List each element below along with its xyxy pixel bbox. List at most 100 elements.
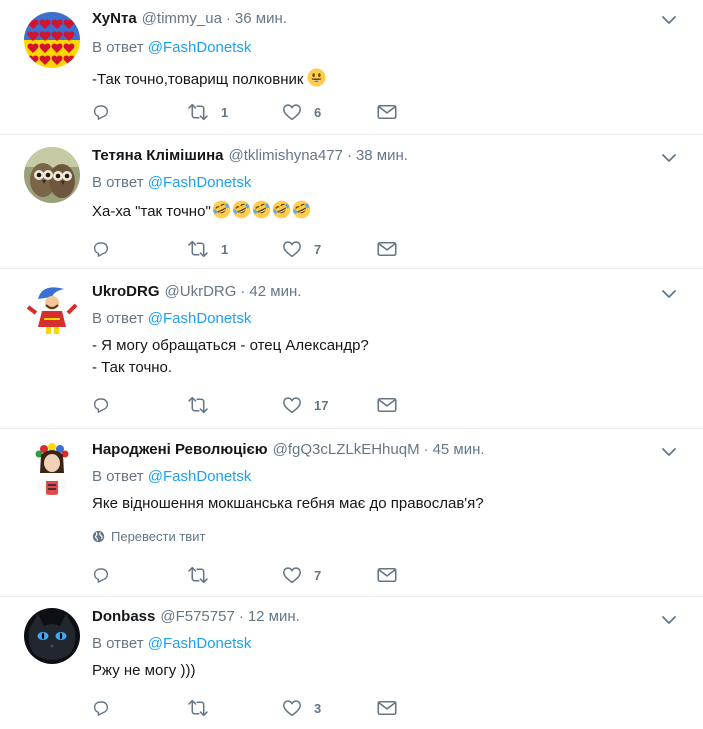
direct-message-button[interactable]	[377, 104, 472, 120]
heart-icon[interactable]	[282, 103, 302, 121]
separator-dot: ·	[238, 608, 244, 625]
rofl-emoji	[232, 200, 251, 219]
retweet-button[interactable]: 1	[187, 103, 282, 121]
retweet-icon[interactable]	[187, 699, 209, 717]
avatar[interactable]	[24, 147, 80, 203]
reply-mention-link[interactable]: @FashDonetsk	[148, 635, 252, 652]
reply-button[interactable]	[92, 699, 187, 717]
tweet[interactable]: Donbass @F575757 · 12 мин. В ответ @Fash…	[0, 597, 703, 729]
dm-icon[interactable]	[377, 700, 397, 716]
heart-icon[interactable]	[282, 396, 302, 414]
like-button[interactable]: 7	[282, 566, 377, 584]
tweet-actions: 17	[92, 394, 472, 416]
tweet-timestamp[interactable]: 45 мин.	[433, 440, 485, 460]
tweet[interactable]: UkroDRG @UkrDRG · 42 мин. В ответ @FashD…	[0, 269, 703, 429]
reply-icon[interactable]	[92, 699, 110, 717]
reply-context: В ответ @FashDonetsk	[92, 467, 683, 487]
direct-message-button[interactable]	[377, 241, 472, 257]
heart-icon[interactable]	[282, 566, 302, 584]
reply-icon[interactable]	[92, 240, 110, 258]
tweet-timestamp[interactable]: 42 мин.	[249, 282, 301, 302]
retweet-button[interactable]	[187, 566, 282, 584]
author-handle[interactable]: @UkrDRG	[165, 282, 237, 302]
direct-message-button[interactable]	[377, 567, 472, 583]
dm-icon[interactable]	[377, 567, 397, 583]
reply-icon[interactable]	[92, 103, 110, 121]
tweet-text: Ржу не могу )))	[92, 660, 683, 682]
chevron-down-icon[interactable]	[661, 612, 677, 628]
chevron-down-icon[interactable]	[661, 150, 677, 166]
reply-context: В ответ @FashDonetsk	[92, 173, 683, 193]
chevron-down-icon[interactable]	[661, 12, 677, 28]
author-handle[interactable]: @timmy_ua	[142, 9, 222, 29]
reply-button[interactable]	[92, 103, 187, 121]
reply-button[interactable]	[92, 566, 187, 584]
author-name[interactable]: ХуNта	[92, 9, 137, 29]
dm-icon[interactable]	[377, 104, 397, 120]
avatar[interactable]	[24, 608, 80, 664]
reply-mention-link[interactable]: @FashDonetsk	[148, 174, 252, 191]
reply-button[interactable]	[92, 240, 187, 258]
avatar[interactable]	[24, 12, 80, 68]
retweet-button[interactable]	[187, 699, 282, 717]
dm-icon[interactable]	[377, 241, 397, 257]
author-name[interactable]: Тетяна Клімішина	[92, 146, 223, 166]
tweet[interactable]: Тетяна Клімішина @tklimishyna477 · 38 ми…	[0, 135, 703, 269]
chevron-down-icon[interactable]	[661, 444, 677, 460]
avatar[interactable]	[24, 439, 80, 495]
tweet-timestamp[interactable]: 12 мин.	[248, 607, 300, 627]
reply-icon[interactable]	[92, 566, 110, 584]
tweet-actions: 1 7	[92, 238, 472, 260]
author-name[interactable]: Donbass	[92, 607, 155, 627]
retweet-icon[interactable]	[187, 566, 209, 584]
smiley-emoji	[307, 68, 326, 87]
like-button[interactable]: 6	[282, 103, 377, 121]
author-handle[interactable]: @F575757	[160, 607, 234, 627]
reply-mention-link[interactable]: @FashDonetsk	[148, 468, 252, 485]
globe-icon	[92, 530, 105, 542]
like-button[interactable]: 17	[282, 396, 377, 414]
reply-prefix: В ответ	[92, 39, 144, 56]
reply-button[interactable]	[92, 396, 187, 414]
avatar[interactable]	[24, 281, 80, 337]
heart-icon[interactable]	[282, 699, 302, 717]
author-handle[interactable]: @tklimishyna477	[228, 146, 342, 166]
tweet[interactable]: Народжені Революцією @fgQ3cLZLkEHhuqM · …	[0, 429, 703, 597]
tweet-text-line: - Я могу обращаться - отец Александр?	[92, 337, 369, 354]
retweet-icon[interactable]	[187, 240, 209, 258]
separator-dot: ·	[225, 10, 231, 27]
dm-icon[interactable]	[377, 397, 397, 413]
rofl-emoji	[272, 200, 291, 219]
like-count: 7	[314, 567, 322, 583]
retweet-button[interactable]: 1	[187, 240, 282, 258]
like-button[interactable]: 7	[282, 240, 377, 258]
reply-icon[interactable]	[92, 396, 110, 414]
like-count: 6	[314, 104, 322, 120]
direct-message-button[interactable]	[377, 397, 472, 413]
author-name[interactable]: UkroDRG	[92, 282, 160, 302]
tweet-timestamp[interactable]: 36 мин.	[235, 9, 287, 29]
tweet-text-line: Ржу не могу )))	[92, 662, 196, 679]
heart-icon[interactable]	[282, 240, 302, 258]
author-handle[interactable]: @fgQ3cLZLkEHhuqM	[273, 440, 420, 460]
reply-mention-link[interactable]: @FashDonetsk	[148, 310, 252, 327]
tweet-text: -Так точно,товарищ полковник	[92, 68, 683, 91]
tweet-timestamp[interactable]: 38 мин.	[356, 146, 408, 166]
like-count: 3	[314, 700, 322, 716]
reply-prefix: В ответ	[92, 468, 144, 485]
direct-message-button[interactable]	[377, 700, 472, 716]
author-name[interactable]: Народжені Революцією	[92, 440, 268, 460]
rofl-emoji	[212, 200, 231, 219]
retweet-icon[interactable]	[187, 396, 209, 414]
translate-tweet-link[interactable]: Перевести твит	[92, 527, 683, 545]
retweet-icon[interactable]	[187, 103, 209, 121]
reply-context: В ответ @FashDonetsk	[92, 634, 683, 654]
tweet-text-line: Яке відношення мокшанська гебня має до п…	[92, 495, 484, 512]
rofl-emoji	[292, 200, 311, 219]
tweet[interactable]: ХуNта @timmy_ua · 36 мин. В ответ @FashD…	[0, 0, 703, 135]
retweet-button[interactable]	[187, 396, 282, 414]
chevron-down-icon[interactable]	[661, 286, 677, 302]
like-button[interactable]: 3	[282, 699, 377, 717]
translate-label[interactable]: Перевести твит	[111, 529, 205, 544]
reply-mention-link[interactable]: @FashDonetsk	[148, 39, 252, 56]
